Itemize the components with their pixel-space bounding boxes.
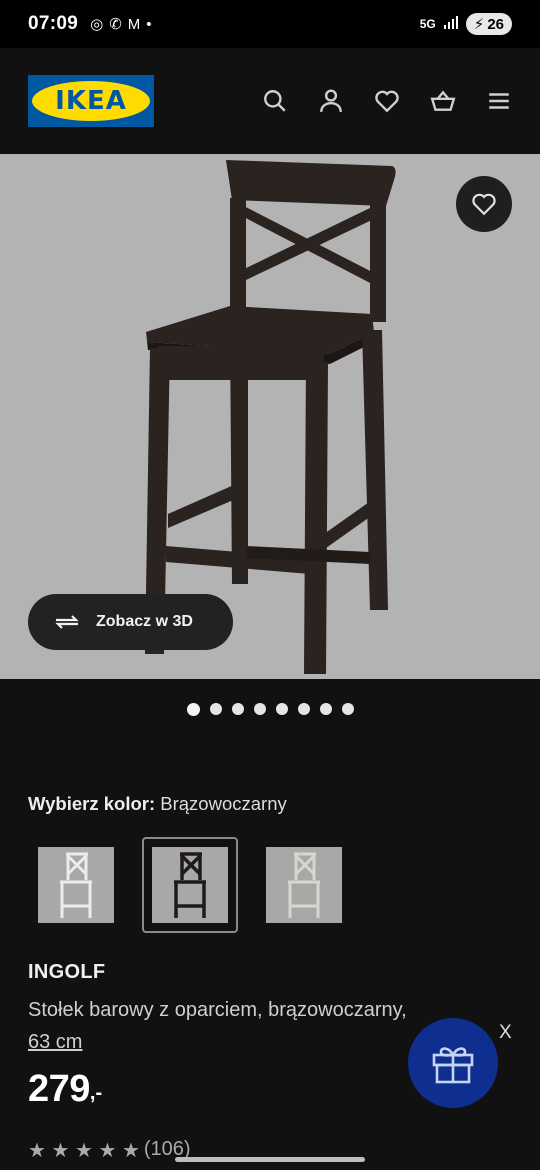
carousel-dot[interactable] — [319, 703, 332, 715]
product-image-gallery[interactable]: Zobacz w 3D — [0, 154, 540, 679]
add-to-favorites-button[interactable] — [456, 176, 512, 232]
swatch-thumbnail — [152, 847, 228, 923]
view-in-3d-label: Zobacz w 3D — [96, 613, 193, 630]
heart-icon — [472, 193, 496, 216]
price-value: 279 — [28, 1068, 90, 1110]
favorites-icon[interactable] — [374, 88, 400, 114]
price-suffix: ,- — [89, 1082, 103, 1104]
color-picker-label: Wybierz kolor: Brązowoczarny — [28, 793, 287, 815]
battery-charging-icon: ⚡ — [473, 16, 485, 33]
signal-icon — [443, 15, 459, 33]
gift-promo-close-button[interactable]: X — [499, 1022, 512, 1044]
logo-text: IKEA — [55, 86, 127, 116]
color-swatch-white[interactable] — [28, 837, 124, 933]
account-icon[interactable] — [318, 88, 344, 114]
carousel-dot[interactable] — [231, 703, 244, 715]
search-icon[interactable] — [262, 88, 288, 114]
carousel-dot[interactable] — [297, 703, 310, 715]
carousel-dot[interactable] — [209, 703, 222, 715]
product-description-text: Stołek barowy z oparciem, brązowoczarny, — [28, 999, 407, 1021]
gesture-home-bar[interactable] — [175, 1157, 365, 1162]
chrome-icon: ◎ — [90, 16, 104, 33]
gift-icon — [432, 1047, 474, 1084]
carousel-dot[interactable] — [275, 703, 288, 715]
notification-icons: ◎ ✆ M • — [90, 15, 152, 34]
dot-icon: • — [146, 15, 152, 33]
gift-promo-button[interactable] — [408, 1018, 498, 1108]
view-in-3d-button[interactable]: Zobacz w 3D — [28, 594, 233, 650]
rotate-3d-icon — [55, 615, 79, 629]
site-header: IKEA — [0, 48, 540, 154]
gmail-icon: M — [127, 15, 141, 33]
product-size-link[interactable]: 63 cm — [28, 1031, 82, 1053]
color-label-title: Wybierz kolor: — [28, 793, 156, 814]
swatch-thumbnail — [266, 847, 342, 923]
ikea-logo[interactable]: IKEA — [28, 75, 154, 127]
image-carousel-dots — [0, 703, 540, 716]
header-actions — [262, 88, 512, 114]
color-swatch-white-stain[interactable] — [256, 837, 352, 933]
product-rating[interactable]: ★ ★ ★ ★ ★ (106) — [28, 1138, 191, 1163]
battery-level: 26 — [487, 15, 504, 33]
product-price: 279 ,- — [28, 1068, 102, 1111]
logo-oval: IKEA — [32, 81, 150, 121]
carousel-dot[interactable] — [253, 703, 266, 715]
network-label: 5G — [419, 17, 436, 31]
status-bar: 07:09 ◎ ✆ M • 5G ⚡ 26 — [0, 0, 540, 48]
product-name: INGOLF — [28, 961, 106, 983]
carousel-dot[interactable] — [341, 703, 354, 715]
call-icon: ✆ — [109, 16, 122, 33]
status-time: 07:09 — [28, 13, 79, 34]
battery-indicator: ⚡ 26 — [465, 13, 512, 35]
swatch-thumbnail — [38, 847, 114, 923]
rating-stars-icon: ★ ★ ★ ★ ★ — [28, 1140, 140, 1162]
color-swatch-brown-black[interactable] — [142, 837, 238, 933]
color-value: Brązowoczarny — [160, 793, 287, 814]
system-icons: 5G ⚡ 26 — [420, 13, 512, 35]
cart-icon[interactable] — [430, 88, 456, 114]
carousel-dot[interactable] — [186, 703, 200, 716]
menu-icon[interactable] — [486, 88, 512, 114]
color-swatches — [28, 837, 352, 933]
